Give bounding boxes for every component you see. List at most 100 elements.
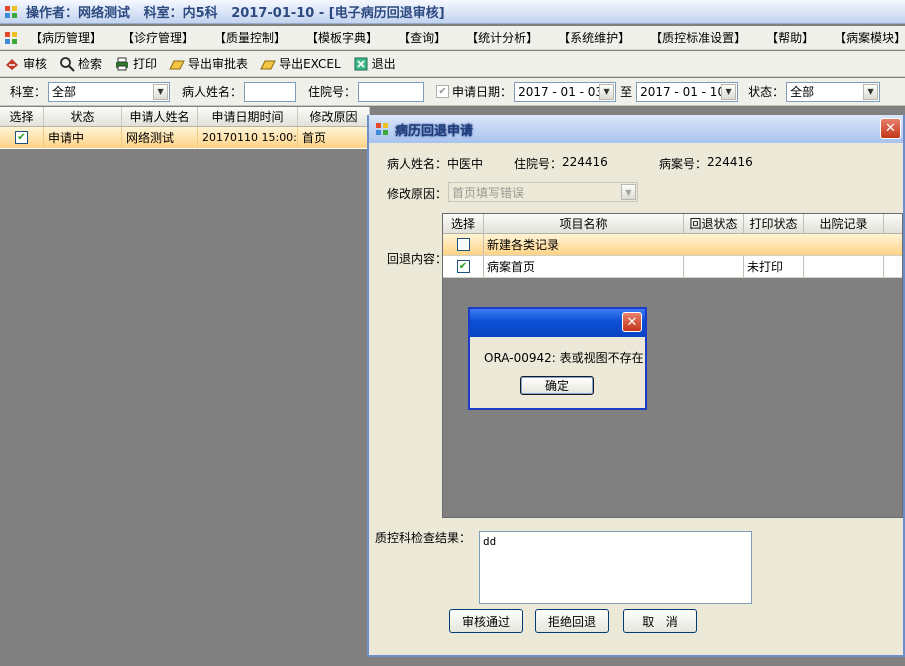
items-header: 选择 项目名称 回退状态 打印状态 出院记录 — [443, 214, 902, 234]
audit-button-label: 审核 — [23, 57, 48, 71]
dialog-inpatient-label: 住院号： — [514, 157, 563, 171]
item-discharge — [804, 256, 884, 277]
date-from-picker[interactable]: 2017 - 01 - 03 ▼ — [514, 81, 617, 102]
date-to-value: 2017 - 01 - 10 — [640, 84, 726, 99]
printer-icon — [114, 56, 130, 72]
items-col-print-status[interactable]: 打印状态 — [744, 214, 804, 233]
menu-item-system-maintenance[interactable]: 【系统维护】 — [558, 29, 630, 46]
dept-select[interactable]: 全部 ▼ — [48, 81, 171, 102]
search-button[interactable]: 检索 — [59, 55, 102, 72]
export-approval-label: 导出审批表 — [188, 57, 249, 71]
toolbar: 审核 检索 打印 导出审批表 导出EXCEL 退出 — [0, 51, 905, 77]
ok-button[interactable]: 确定 — [520, 376, 594, 395]
status-select[interactable]: 全部 ▼ — [786, 81, 881, 102]
filter-bar: 科室： 全部 ▼ 病人姓名： 住院号： ✔ 申请日期： 2017 - 01 - … — [0, 78, 905, 106]
chevron-down-icon[interactable]: ▼ — [863, 83, 879, 100]
row-reason: 首页 — [298, 127, 370, 148]
date-filter-checkbox[interactable]: ✔ — [436, 85, 450, 98]
reason-label: 修改原因： — [387, 187, 448, 201]
search-button-label: 检索 — [78, 57, 103, 71]
approve-button[interactable]: 审核通过 — [449, 609, 523, 633]
items-col-select[interactable]: 选择 — [443, 214, 484, 233]
row-datetime: 20170110 15:00:09 — [198, 127, 298, 148]
status-label: 状态： — [748, 85, 785, 99]
row-select-cell[interactable]: ✔ — [0, 127, 44, 148]
date-label: 申请日期： — [452, 85, 513, 99]
error-messagebox: ✕ ORA-00942: 表或视图不存在 确定 — [468, 307, 647, 410]
search-icon — [59, 56, 75, 72]
row-checkbox[interactable]: ✔ — [15, 131, 28, 144]
menu-item-quality-control[interactable]: 【质量控制】 — [214, 29, 286, 46]
reason-select[interactable]: 首页填写错误 ▼ — [448, 182, 638, 202]
dept-select-value: 全部 — [52, 85, 77, 99]
item-select-cell[interactable]: ✔ — [443, 256, 484, 277]
menu-item-query[interactable]: 【查询】 — [398, 29, 446, 46]
menu-item-record-mgmt[interactable]: 【病历管理】 — [30, 29, 102, 46]
menu-item-case-module[interactable]: 【病案模块】 — [834, 29, 905, 46]
col-applicant[interactable]: 申请人姓名 — [122, 107, 198, 126]
table-row[interactable]: ✔ 申请中 网络测试 20170110 15:00:09 首页 — [0, 127, 370, 148]
print-button[interactable]: 打印 — [114, 55, 157, 72]
menu-item-treatment-mgmt[interactable]: 【诊疗管理】 — [122, 29, 194, 46]
window-titlebar: 操作者：网络测试 科室：内5科 2017-01-10 - [电子病历回退审核] — [0, 0, 905, 24]
col-status[interactable]: 状态 — [44, 107, 122, 126]
patient-name-input[interactable] — [244, 81, 297, 102]
menu-bar: 【病历管理】 【诊疗管理】 【质量控制】 【模板字典】 【查询】 【统计分析】 … — [0, 26, 905, 50]
export-excel-button[interactable]: 导出EXCEL — [260, 55, 341, 72]
col-datetime[interactable]: 申请日期时间 — [198, 107, 298, 126]
close-icon: ✕ — [885, 121, 896, 136]
list-item[interactable]: 新建各类记录 — [443, 234, 902, 256]
dialog-app-icon — [375, 122, 389, 136]
export-excel-label: 导出EXCEL — [279, 57, 341, 71]
chevron-down-icon[interactable]: ▼ — [721, 83, 737, 100]
menu-item-template-dict[interactable]: 【模板字典】 — [306, 29, 378, 46]
dialog-case-label: 病案号： — [659, 157, 708, 171]
messagebox-close-button[interactable]: ✕ — [622, 312, 642, 332]
inpatient-no-input[interactable] — [358, 81, 425, 102]
items-col-back-status[interactable]: 回退状态 — [684, 214, 744, 233]
application-grid: 选择 状态 申请人姓名 申请日期时间 修改原因 ✔ 申请中 网络测试 20170… — [0, 107, 370, 149]
item-checkbox[interactable]: ✔ — [456, 260, 470, 273]
audit-icon — [4, 56, 20, 72]
col-reason[interactable]: 修改原因 — [298, 107, 370, 126]
qc-result-textarea[interactable]: dd — [479, 531, 752, 604]
inpatient-no-label: 住院号： — [308, 85, 357, 99]
items-col-name[interactable]: 项目名称 — [484, 214, 684, 233]
chevron-down-icon[interactable]: ▼ — [599, 83, 615, 100]
chevron-down-icon[interactable]: ▼ — [621, 184, 636, 200]
item-back-status — [684, 256, 744, 277]
dialog-case-no: 224416 — [707, 155, 753, 169]
exit-button[interactable]: 退出 — [353, 55, 396, 72]
item-select-cell[interactable] — [443, 234, 484, 255]
messagebox-titlebar: ✕ — [470, 309, 645, 337]
dialog-titlebar: 病历回退申请 ✕ — [369, 115, 903, 143]
reject-button[interactable]: 拒绝回退 — [535, 609, 609, 633]
status-select-value: 全部 — [790, 85, 815, 99]
item-checkbox[interactable] — [456, 238, 470, 251]
list-item[interactable]: ✔ 病案首页 未打印 — [443, 256, 902, 278]
date-from-value: 2017 - 01 - 03 — [518, 84, 604, 99]
row-status: 申请中 — [44, 127, 122, 148]
dialog-inpatient-no: 224416 — [562, 155, 608, 169]
items-col-discharge[interactable]: 出院记录 — [804, 214, 884, 233]
app-icon — [4, 5, 18, 19]
patient-name-label: 病人姓名： — [182, 85, 243, 99]
menu-item-help[interactable]: 【帮助】 — [766, 29, 814, 46]
export-approval-button[interactable]: 导出审批表 — [169, 55, 248, 72]
cancel-button[interactable]: 取 消 — [623, 609, 697, 633]
print-button-label: 打印 — [133, 57, 158, 71]
item-name: 新建各类记录 — [487, 238, 560, 252]
date-to-picker[interactable]: 2017 - 01 - 10 ▼ — [636, 81, 739, 102]
chevron-down-icon[interactable]: ▼ — [153, 83, 169, 100]
menu-item-statistics[interactable]: 【统计分析】 — [466, 29, 538, 46]
row-applicant: 网络测试 — [122, 127, 198, 148]
audit-button[interactable]: 审核 — [4, 55, 47, 72]
item-print-status: 未打印 — [744, 256, 804, 277]
qc-result-label: 质控科检查结果： — [375, 531, 472, 545]
col-select[interactable]: 选择 — [0, 107, 44, 126]
dialog-close-button[interactable]: ✕ — [880, 118, 901, 139]
dialog-patient-label: 病人姓名： — [387, 157, 448, 171]
exit-button-label: 退出 — [371, 57, 396, 71]
menu-app-icon — [4, 31, 18, 45]
menu-item-qc-standards[interactable]: 【质控标准设置】 — [650, 29, 746, 46]
